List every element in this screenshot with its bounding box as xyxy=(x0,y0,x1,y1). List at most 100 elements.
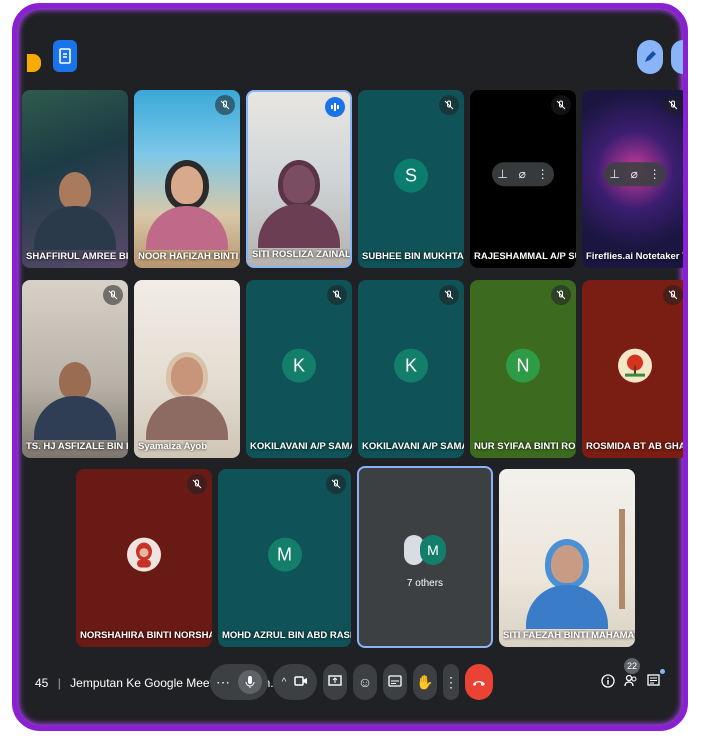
others-avatars: M xyxy=(404,534,446,565)
mic-off-icon xyxy=(551,95,571,115)
others-count-label: 7 others xyxy=(406,578,444,590)
profile-picture-tree-icon xyxy=(618,348,652,383)
present-screen-icon xyxy=(328,674,342,690)
participant-name: Fireflies.ai Notetaker TS. HJ xyxy=(586,251,688,262)
more-options-button[interactable]: ⋮ xyxy=(443,664,459,700)
others-initial-avatar: M xyxy=(420,534,446,565)
participant-name: NORSHAHIRA BINTI NORSHAHID (MOH-... xyxy=(80,630,212,641)
participant-name: SHAFFIRUL AMREE BIN AWAN... xyxy=(26,251,128,262)
caret-up-icon[interactable]: ^ xyxy=(282,677,287,688)
participant-video xyxy=(146,352,228,440)
raise-hand-button[interactable]: ✋ xyxy=(413,664,437,700)
info-icon[interactable] xyxy=(601,674,615,691)
participant-tile[interactable]: K KOKILAVANI A/P SAMALANAT... xyxy=(358,280,464,458)
mute-participant-icon[interactable]: ⌀ xyxy=(631,167,638,181)
participant-avatar: K xyxy=(394,348,428,383)
pin-icon[interactable]: ⊥ xyxy=(609,167,619,181)
participant-tile[interactable]: NOOR HAFIZAH BINTI ABDUL... xyxy=(134,90,240,268)
top-bar xyxy=(17,8,683,88)
participant-tile[interactable]: ⊥ ⌀ ⋮ RAJESHAMMAL A/P SUBRAM... xyxy=(470,90,576,268)
more-vertical-icon[interactable]: ⋮ xyxy=(537,167,549,181)
more-horizontal-icon[interactable]: ⋯ xyxy=(216,674,230,691)
participant-video xyxy=(34,172,116,250)
participant-avatar: S xyxy=(394,158,428,193)
chat-button[interactable] xyxy=(647,669,665,691)
camera-off-icon[interactable] xyxy=(294,674,308,690)
participant-name: SUBHEE BIN MUKHTAR (MOH-... xyxy=(362,251,464,262)
reaction-button[interactable]: ☺ xyxy=(353,664,377,700)
captions-icon xyxy=(388,674,402,690)
mic-off-icon xyxy=(439,95,459,115)
captions-button[interactable] xyxy=(383,664,407,700)
participant-tile[interactable]: SITI FAEZAH BINTI MAHAMAT (MOH-PU... xyxy=(499,469,635,647)
pin-icon[interactable]: ⊥ xyxy=(497,167,507,181)
participant-name: MOHD AZRUL BIN ABD RASHID (MOH-P... xyxy=(222,630,351,641)
participant-tile[interactable]: M MOHD AZRUL BIN ABD RASHID (MOH-P... xyxy=(218,469,351,647)
participant-video xyxy=(146,160,228,250)
people-icon xyxy=(624,674,638,691)
unread-dot xyxy=(660,669,665,674)
speaking-indicator-icon xyxy=(325,97,345,117)
more-vertical-icon: ⋮ xyxy=(444,673,458,690)
participant-tile[interactable]: TS. HJ ASFIZALE BIN HJ OTHM... xyxy=(22,280,128,458)
end-call-button[interactable] xyxy=(465,664,493,700)
participant-tile[interactable]: NORSHAHIRA BINTI NORSHAHID (MOH-... xyxy=(76,469,212,647)
participant-tile[interactable]: K KOKILAVANI A/P SAMALANAT... xyxy=(246,280,352,458)
microphone-icon[interactable] xyxy=(238,670,262,694)
separator: | xyxy=(57,676,61,690)
mic-off-icon xyxy=(327,285,347,305)
participant-name: SITI FAEZAH BINTI MAHAMAT (MOH-PU... xyxy=(503,630,635,641)
participant-name: KOKILAVANI A/P SAMALANAT... xyxy=(250,441,352,452)
participant-name: Syamaiza Ayob xyxy=(138,441,207,452)
present-button[interactable] xyxy=(323,664,347,700)
participant-name: RAJESHAMMAL A/P SUBRAM... xyxy=(474,251,576,262)
mic-off-icon xyxy=(215,95,235,115)
participant-video xyxy=(258,160,340,248)
meet-window: SHAFFIRUL AMREE BIN AWAN... NOOR HAFIZAH… xyxy=(12,3,688,731)
participant-video xyxy=(526,539,608,629)
participant-avatar: M xyxy=(267,537,302,572)
mute-participant-icon[interactable]: ⌀ xyxy=(519,167,526,181)
emoji-icon: ☺ xyxy=(357,674,373,690)
mic-off-icon xyxy=(439,285,459,305)
activity-indicator xyxy=(27,54,41,72)
participant-tile[interactable]: SHAFFIRUL AMREE BIN AWAN... xyxy=(22,90,128,268)
camera-group[interactable]: ^ xyxy=(273,664,317,700)
participant-tile[interactable]: S SUBHEE BIN MUKHTAR (MOH-... xyxy=(358,90,464,268)
meeting-time: 45 xyxy=(35,676,49,690)
mic-off-icon xyxy=(663,285,683,305)
participant-name: KOKILAVANI A/P SAMALANAT... xyxy=(362,441,464,452)
participant-name: NOOR HAFIZAH BINTI ABDUL... xyxy=(138,251,240,262)
participant-tile[interactable]: SITI ROSLIZA ZAINAL ABIDIN... xyxy=(246,90,352,268)
participant-tile[interactable]: ⊥ ⌀ ⋮ Fireflies.ai Notetaker TS. HJ xyxy=(582,90,688,268)
others-tile[interactable]: M 7 others xyxy=(357,466,493,648)
end-call-icon xyxy=(472,674,486,690)
participant-name: NUR SYIFAA BINTI ROMLAN (... xyxy=(474,441,576,452)
edit-icon[interactable] xyxy=(637,40,663,74)
participant-name: SITI ROSLIZA ZAINAL ABIDIN... xyxy=(252,249,351,260)
background-decoration xyxy=(619,509,625,609)
participant-tile[interactable]: N NUR SYIFAA BINTI ROMLAN (... xyxy=(470,280,576,458)
tile-hover-controls: ⊥ ⌀ ⋮ xyxy=(492,162,554,187)
chat-icon xyxy=(647,674,661,691)
more-vertical-icon[interactable]: ⋮ xyxy=(649,167,661,181)
side-panel-tab[interactable] xyxy=(671,40,683,74)
mic-group[interactable]: ⋯ xyxy=(210,664,268,700)
mic-off-icon xyxy=(187,474,207,494)
mic-off-icon xyxy=(103,285,123,305)
participant-name: TS. HJ ASFIZALE BIN HJ OTHM... xyxy=(26,441,128,452)
meeting-tools-icon[interactable] xyxy=(53,40,77,72)
mic-off-icon xyxy=(326,474,346,494)
tile-hover-controls: ⊥ ⌀ ⋮ xyxy=(604,162,666,187)
participant-tile[interactable]: Syamaiza Ayob xyxy=(134,280,240,458)
mic-off-icon xyxy=(663,95,683,115)
participants-count-badge: 22 xyxy=(624,658,640,674)
participant-avatar: N xyxy=(506,348,540,383)
people-button[interactable]: 22 xyxy=(624,658,640,691)
participant-tile[interactable]: ROSMIDA BT AB GHANI (MOH... xyxy=(582,280,683,458)
participant-avatar: K xyxy=(282,348,316,383)
mic-off-icon xyxy=(551,285,571,305)
profile-picture-person-icon xyxy=(127,537,161,572)
participant-video xyxy=(34,362,116,440)
bottom-control-bar: 45 | Jemputan Ke Google Meet Perbincan..… xyxy=(17,646,683,726)
